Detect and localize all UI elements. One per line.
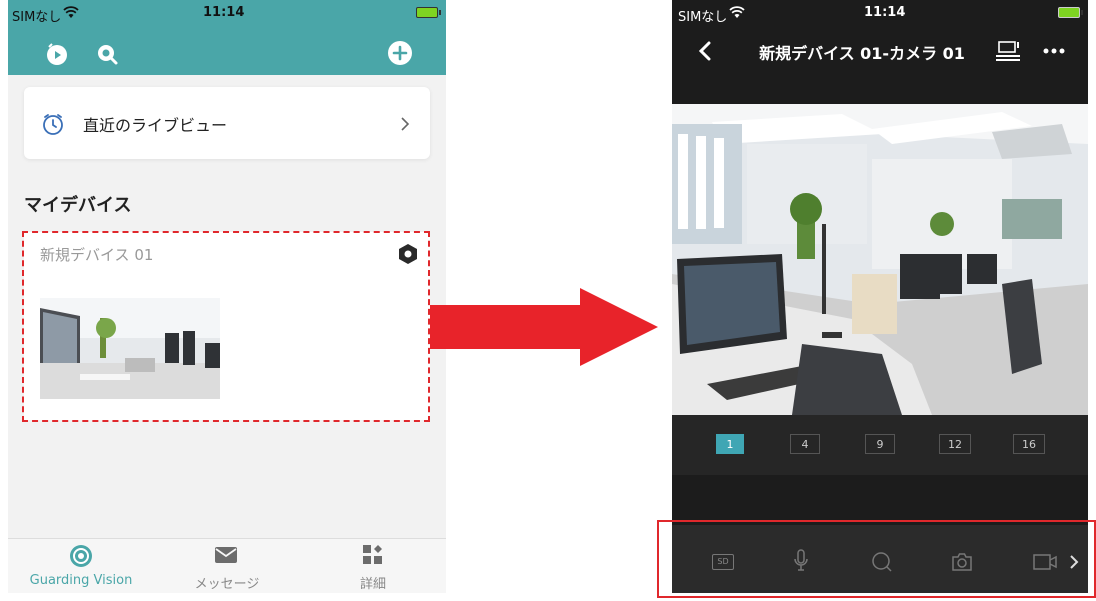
split-option-1[interactable]: 1 (716, 434, 744, 454)
highlight-control-box (657, 520, 1096, 598)
split-screen-bar: 1 4 9 12 16 (672, 415, 1088, 475)
grid-icon (363, 545, 382, 564)
back-icon[interactable] (698, 41, 712, 61)
multi-screen-icon[interactable] (995, 40, 1021, 62)
split-option-4[interactable]: 4 (790, 434, 820, 454)
camera-title: 新規デバイス 01-カメラ 01 (759, 44, 965, 63)
battery-icon (1058, 7, 1083, 18)
recent-liveview-label: 直近のライブビュー (83, 116, 228, 135)
tab-bar: Guarding Vision メッセージ 詳細 (8, 538, 446, 593)
section-title: マイデバイス (24, 195, 132, 216)
right-phone-screen: SIMなし 11:14 新規デバイス 01-カメラ 01 1 4 9 12 16… (672, 0, 1088, 593)
status-time: 11:14 (203, 5, 245, 20)
tab-label: Guarding Vision (29, 573, 133, 588)
more-options-icon[interactable] (1043, 48, 1065, 54)
tab-label: メッセージ (194, 577, 260, 592)
battery-icon (416, 7, 441, 18)
highlight-dashed-box (22, 231, 430, 422)
app-header: SIMなし 11:14 (8, 0, 446, 75)
search-icon[interactable] (95, 42, 119, 66)
split-option-16[interactable]: 16 (1013, 434, 1045, 454)
tab-more[interactable]: 詳細 (300, 539, 446, 593)
carrier-label: SIMなし (678, 10, 728, 25)
status-time: 11:14 (864, 5, 906, 20)
transition-arrow-body (430, 305, 582, 349)
tab-label: 詳細 (359, 577, 386, 592)
left-phone-screen: SIMなし 11:14 直近のライブビュー マイデバイス 新規デバイス 01 G… (8, 0, 446, 593)
split-option-12[interactable]: 12 (939, 434, 971, 454)
carrier-label: SIMなし (12, 10, 62, 25)
chevron-right-icon (401, 117, 410, 131)
tab-guarding-vision[interactable]: Guarding Vision (8, 539, 154, 593)
recent-liveview-card[interactable]: 直近のライブビュー (24, 87, 430, 159)
playback-icon[interactable] (45, 42, 69, 66)
mail-icon (215, 547, 237, 563)
wifi-icon (729, 6, 745, 18)
clock-icon (43, 114, 63, 135)
guarding-vision-icon (70, 545, 92, 567)
live-video-view[interactable] (672, 104, 1088, 415)
transition-arrow-head (580, 288, 658, 366)
add-device-icon[interactable] (387, 40, 413, 66)
wifi-icon (63, 6, 79, 18)
tab-messages[interactable]: メッセージ (154, 539, 300, 593)
live-view-header: SIMなし 11:14 新規デバイス 01-カメラ 01 (672, 0, 1088, 104)
split-option-9[interactable]: 9 (865, 434, 895, 454)
